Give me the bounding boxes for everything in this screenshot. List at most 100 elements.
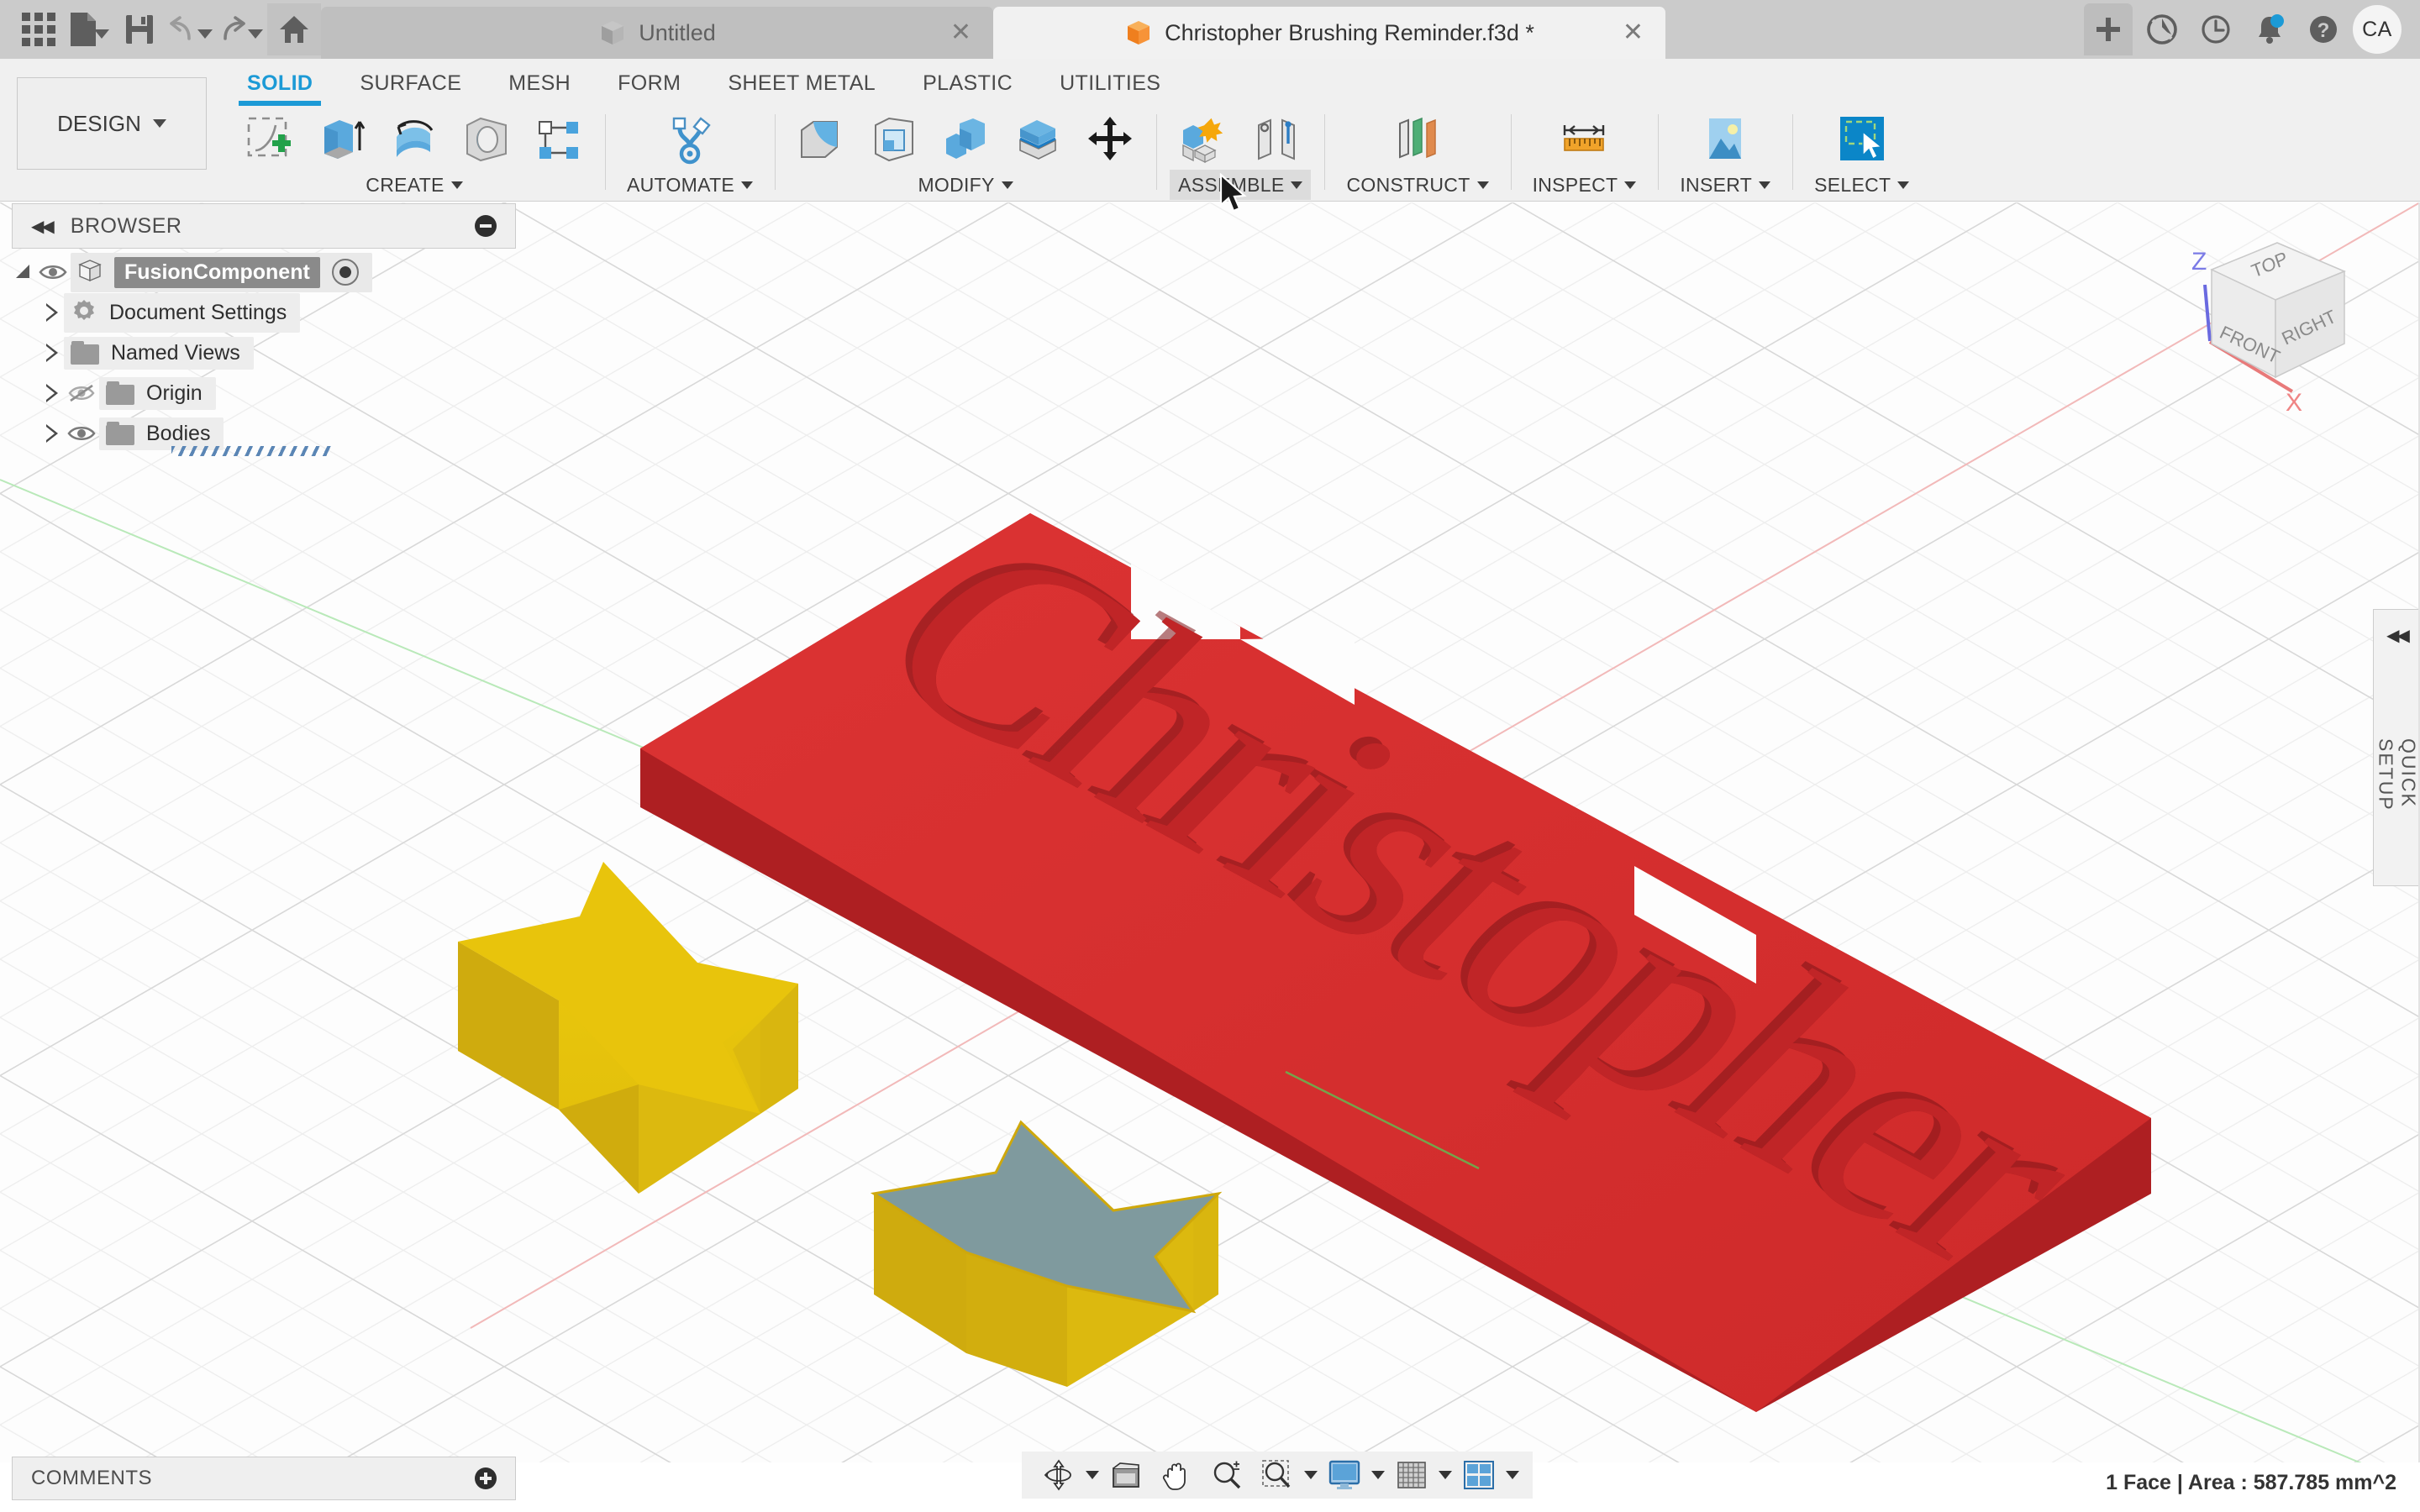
display-settings-icon[interactable] bbox=[1321, 1454, 1368, 1496]
tree-label-container[interactable]: Document Settings bbox=[64, 292, 301, 333]
ribbon-tab-mesh[interactable]: MESH bbox=[485, 59, 594, 108]
rectangular-pattern-icon[interactable] bbox=[526, 109, 592, 170]
tree-item-named-views[interactable]: Named Views bbox=[12, 333, 516, 373]
expand-arrow-icon[interactable] bbox=[40, 384, 64, 402]
nav-display-settings[interactable] bbox=[1321, 1454, 1385, 1496]
zoom-window-icon[interactable] bbox=[1254, 1454, 1301, 1496]
tree-label-container[interactable]: Origin bbox=[99, 376, 216, 410]
document-tab-active[interactable]: Christopher Brushing Reminder.f3d * ✕ bbox=[993, 7, 1665, 59]
measure-icon[interactable] bbox=[1551, 109, 1617, 170]
activate-component-radio[interactable] bbox=[331, 259, 359, 286]
select-icon[interactable] bbox=[1829, 109, 1895, 170]
automate-icon[interactable] bbox=[657, 109, 723, 170]
panel-label-insert[interactable]: INSERT bbox=[1671, 170, 1779, 200]
chevron-down-icon[interactable] bbox=[1086, 1471, 1099, 1479]
panel-label-inspect[interactable]: INSPECT bbox=[1524, 170, 1645, 200]
ribbon-tab-plastic[interactable]: PLASTIC bbox=[899, 59, 1036, 108]
ribbon-tab-sheet-metal[interactable]: SHEET METAL bbox=[704, 59, 899, 108]
grid-snaps-icon[interactable] bbox=[1388, 1454, 1435, 1496]
status-bar: 1 Face | Area : 587.785 mm^2 bbox=[2106, 1471, 2396, 1494]
redo-icon[interactable] bbox=[217, 3, 264, 55]
collapse-icon[interactable]: ◀◀ bbox=[31, 216, 55, 237]
nav-grid-snaps[interactable] bbox=[1388, 1454, 1452, 1496]
app-grid-icon[interactable] bbox=[15, 3, 62, 55]
ribbon-tab-utilities[interactable]: UTILITIES bbox=[1036, 59, 1184, 108]
quick-setup-panel[interactable]: ◀◀ QUICK SETUP bbox=[2373, 609, 2420, 886]
visibility-eye-icon[interactable] bbox=[35, 263, 71, 281]
ribbon-tab-solid[interactable]: SOLID bbox=[224, 59, 336, 108]
plus-circle-icon[interactable] bbox=[475, 1467, 497, 1489]
panel-label-select[interactable]: SELECT bbox=[1806, 170, 1918, 200]
tree-item-origin[interactable]: Origin bbox=[12, 373, 516, 413]
document-tab-untitled[interactable]: Untitled ✕ bbox=[321, 7, 993, 59]
save-icon[interactable] bbox=[116, 3, 163, 55]
expand-arrow-icon[interactable] bbox=[40, 344, 64, 362]
look-at-icon[interactable] bbox=[1102, 1454, 1150, 1496]
zoom-icon[interactable] bbox=[1203, 1454, 1250, 1496]
extrude-icon[interactable] bbox=[309, 109, 375, 170]
workspace-switcher-button[interactable]: DESIGN bbox=[17, 77, 207, 170]
close-icon[interactable]: ✕ bbox=[1623, 20, 1644, 45]
undo-icon[interactable] bbox=[166, 3, 213, 55]
chevron-down-icon[interactable] bbox=[1304, 1471, 1318, 1479]
expand-arrow-icon[interactable] bbox=[12, 263, 35, 281]
panel-label-create[interactable]: CREATE bbox=[357, 170, 471, 200]
minus-circle-icon[interactable] bbox=[475, 215, 497, 237]
chevron-down-icon[interactable] bbox=[1506, 1471, 1519, 1479]
visibility-off-eye-icon[interactable] bbox=[64, 383, 99, 403]
chevron-down-icon[interactable] bbox=[1439, 1471, 1452, 1479]
revolve-icon[interactable] bbox=[381, 109, 447, 170]
panel-title: SELECT bbox=[1814, 173, 1891, 196]
orbit-icon[interactable] bbox=[1035, 1454, 1082, 1496]
panel-label-construct[interactable]: CONSTRUCT bbox=[1338, 170, 1497, 200]
tree-label-container[interactable]: Named Views bbox=[64, 336, 254, 370]
ribbon-tab-form[interactable]: FORM bbox=[594, 59, 704, 108]
notifications-bell-icon[interactable] bbox=[2245, 5, 2294, 54]
ribbon: DESIGN SOLID SURFACE MESH FORM SHEET MET… bbox=[0, 59, 2420, 213]
close-icon[interactable]: ✕ bbox=[950, 20, 971, 45]
tree-item-bodies[interactable]: Bodies bbox=[12, 413, 516, 456]
browser-header[interactable]: ◀◀ BROWSER bbox=[12, 203, 516, 249]
move-copy-icon[interactable] bbox=[1077, 109, 1143, 170]
expand-arrow-icon[interactable] bbox=[40, 424, 64, 443]
view-cube[interactable]: Z X TOP FRONT RIGHT bbox=[2151, 219, 2386, 429]
tree-item-fusioncomponent[interactable]: FusionComponent bbox=[12, 252, 516, 292]
nav-zoom-window[interactable] bbox=[1254, 1454, 1318, 1496]
hole-icon[interactable] bbox=[454, 109, 519, 170]
panel-label-assemble[interactable]: ASSEMBLE bbox=[1170, 170, 1312, 200]
viewports-icon[interactable] bbox=[1455, 1454, 1502, 1496]
new-tab-plus-icon[interactable] bbox=[2084, 3, 2133, 55]
new-file-icon[interactable] bbox=[66, 3, 113, 55]
fillet-icon[interactable] bbox=[788, 109, 854, 170]
panel-assemble: ASSEMBLE bbox=[1156, 108, 1324, 213]
visibility-eye-icon[interactable] bbox=[64, 424, 99, 443]
offset-plane-icon[interactable] bbox=[1385, 109, 1450, 170]
extensions-icon[interactable] bbox=[2138, 5, 2186, 54]
create-sketch-icon[interactable] bbox=[237, 109, 302, 170]
help-icon[interactable]: ? bbox=[2299, 5, 2348, 54]
chevron-down-icon[interactable] bbox=[1371, 1471, 1385, 1479]
pan-icon[interactable] bbox=[1153, 1454, 1200, 1496]
combine-icon[interactable] bbox=[933, 109, 998, 170]
comments-panel[interactable]: COMMENTS bbox=[12, 1457, 516, 1500]
nav-viewports[interactable] bbox=[1455, 1454, 1519, 1496]
collapse-icon[interactable]: ◀◀ bbox=[2386, 625, 2410, 646]
panel-label-modify[interactable]: MODIFY bbox=[909, 170, 1021, 200]
avatar[interactable]: CA bbox=[2353, 5, 2402, 54]
recent-history-clock-icon[interactable] bbox=[2191, 5, 2240, 54]
tree-item-label: Origin bbox=[146, 381, 203, 405]
expand-arrow-icon[interactable] bbox=[40, 303, 64, 322]
joint-icon[interactable] bbox=[1244, 109, 1309, 170]
panel-label-automate[interactable]: AUTOMATE bbox=[618, 170, 761, 200]
press-pull-icon[interactable] bbox=[1005, 109, 1071, 170]
tree-label-container[interactable]: FusionComponent bbox=[71, 252, 372, 292]
ribbon-tab-label: PLASTIC bbox=[923, 71, 1013, 95]
nav-orbit[interactable] bbox=[1035, 1454, 1099, 1496]
shell-icon[interactable] bbox=[860, 109, 926, 170]
tree-label-container[interactable]: Bodies bbox=[99, 417, 224, 450]
tree-item-document-settings[interactable]: Document Settings bbox=[12, 292, 516, 333]
new-component-icon[interactable] bbox=[1171, 109, 1237, 170]
insert-image-icon[interactable] bbox=[1692, 109, 1758, 170]
ribbon-tab-surface[interactable]: SURFACE bbox=[336, 59, 485, 108]
home-icon[interactable] bbox=[267, 3, 321, 55]
